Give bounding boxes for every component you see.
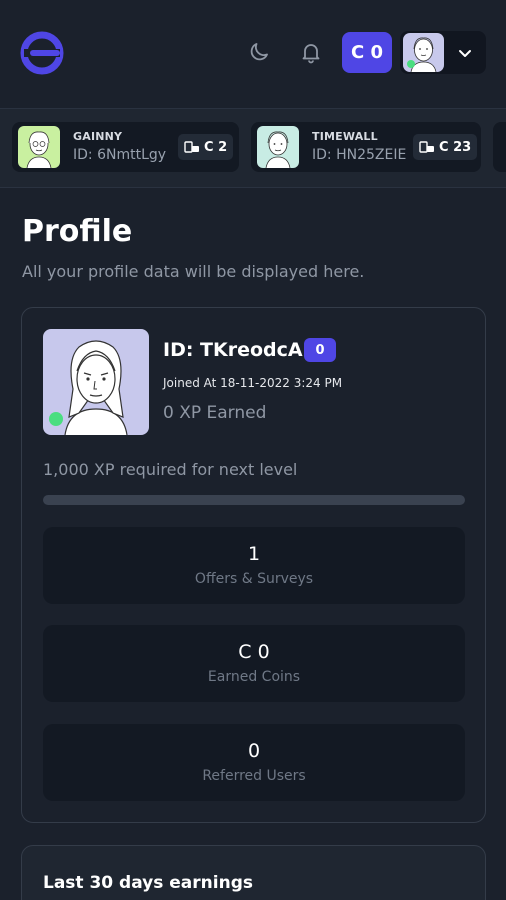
top-header: C 0: [0, 0, 506, 108]
bell-icon[interactable]: [299, 40, 323, 64]
stat-value: 0: [247, 740, 261, 762]
ticker-user-id: ID: 6NmttLgy: [73, 147, 167, 163]
coin-balance-button[interactable]: C 0: [342, 32, 392, 73]
ticker-coin-value: C 2: [204, 139, 228, 155]
logo-icon[interactable]: [20, 31, 64, 75]
stat-value: C 0: [238, 641, 270, 663]
ticker-coin-badge: C 2: [178, 134, 234, 160]
joined-date: Joined At 18-11-2022 3:24 PM: [163, 376, 343, 390]
moon-icon[interactable]: [247, 40, 271, 64]
avatar-face-icon: [265, 131, 291, 168]
avatar-face-icon: [26, 131, 52, 168]
coins-icon: [419, 141, 434, 153]
stat-value: 1: [247, 543, 261, 565]
ticker-coin-badge: C 23: [413, 134, 478, 160]
coins-icon: [184, 141, 199, 153]
level-badge: 0: [304, 338, 336, 362]
online-status-dot: [407, 60, 415, 68]
user-menu-button[interactable]: [400, 31, 486, 74]
stat-offers-surveys: 1 Offers & Surveys: [43, 527, 465, 604]
ticker-offerwall-name: TIMEWALL: [312, 130, 378, 143]
xp-required-label: 1,000 XP required for next level: [43, 460, 298, 479]
earnings-card: Last 30 days earnings: [21, 845, 486, 900]
stat-label: Offers & Surveys: [194, 571, 314, 587]
ticker-coin-value: C 23: [439, 139, 472, 155]
page-subtitle: All your profile data will be displayed …: [22, 262, 365, 281]
ticker-user-id: ID: HN25ZEIE: [312, 147, 407, 163]
profile-card: ID: TKreodcA 0 Joined At 18-11-2022 3:24…: [21, 307, 486, 823]
recent-earnings-ticker: GAINNY ID: 6NmttLgy C 2 TIMEWALL ID: HN2…: [0, 108, 506, 188]
ticker-avatar: [18, 126, 60, 168]
ticker-item[interactable]: TIMEWALL ID: HN25ZEIE C 23: [251, 122, 481, 172]
ticker-item[interactable]: [493, 122, 506, 172]
page-title: Profile: [22, 214, 133, 249]
stat-label: Earned Coins: [207, 669, 301, 685]
stat-label: Referred Users: [202, 768, 306, 784]
stat-referred-users: 0 Referred Users: [43, 724, 465, 801]
ticker-offerwall-name: GAINNY: [73, 130, 123, 143]
xp-progress-bar: [43, 495, 465, 505]
earnings-title: Last 30 days earnings: [43, 873, 253, 893]
ticker-item[interactable]: GAINNY ID: 6NmttLgy C 2: [12, 122, 239, 172]
online-status-dot: [49, 412, 63, 426]
ticker-avatar: [257, 126, 299, 168]
chevron-down-icon[interactable]: [456, 44, 474, 62]
xp-earned: 0 XP Earned: [163, 403, 267, 423]
profile-user-id: ID: TKreodcA: [163, 339, 303, 361]
stat-earned-coins: C 0 Earned Coins: [43, 625, 465, 702]
